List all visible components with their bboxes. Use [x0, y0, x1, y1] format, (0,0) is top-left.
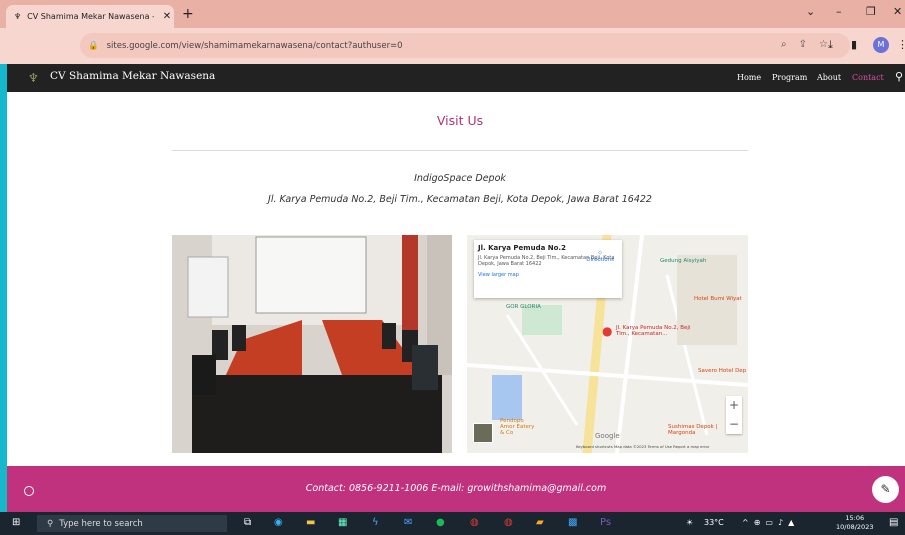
windows-taskbar: ⊞ ⚲ Type here to search ⧉ ◉ ▬ ▦ ϟ ✉ ● ◍ … — [0, 512, 905, 535]
new-tab-button[interactable]: + — [182, 6, 194, 22]
sticky-notes-icon[interactable]: ▰ — [536, 517, 544, 528]
browser-menu-icon[interactable]: ⋮ — [897, 38, 905, 51]
tab-close-icon[interactable]: ✕ — [160, 11, 174, 22]
site-logo-icon: ♆ — [28, 71, 39, 85]
file-explorer-icon[interactable]: ▬ — [306, 517, 315, 528]
map-attribution: Keyboard shortcuts Map data ©2023 Terms … — [576, 444, 710, 449]
window-close-icon[interactable]: ✕ — [893, 5, 902, 18]
tab-search-icon[interactable]: ⌄ — [806, 5, 815, 18]
taskbar-search[interactable]: ⚲ Type here to search — [37, 515, 227, 532]
map-label: Pendopo Amor Eatery & Co — [500, 418, 535, 436]
minimize-icon[interactable]: – — [836, 5, 842, 18]
profile-avatar[interactable]: M — [873, 37, 889, 53]
system-tray-icons[interactable]: ^⊕▭♪▲ — [742, 518, 799, 527]
spotify-icon[interactable]: ● — [436, 517, 445, 528]
edit-pencil-icon[interactable]: ✎ — [872, 476, 899, 503]
lock-icon: 🔒 — [88, 40, 99, 51]
calculator-icon[interactable]: ▦ — [338, 517, 347, 528]
photos-icon[interactable]: ▩ — [568, 517, 577, 528]
venue-address: Jl. Karya Pemuda No.2, Beji Tim., Kecama… — [268, 194, 652, 205]
edge-icon[interactable]: ◉ — [274, 517, 283, 528]
site-header: ♆ CV Shamima Mekar Nawasena Home Program… — [7, 64, 905, 92]
map-label: Savero Hotel Dep — [698, 368, 747, 374]
left-edge-strip — [0, 64, 7, 535]
directions-label: Directions — [586, 257, 614, 263]
zoom-in-icon[interactable]: + — [726, 396, 742, 415]
nav-home[interactable]: Home — [737, 73, 761, 82]
download-icon[interactable]: ⤓ — [828, 38, 833, 52]
map-label: Google — [595, 432, 620, 440]
weather-icon[interactable]: ☀ — [686, 518, 693, 527]
clock-date: 10/08/2023 — [836, 523, 874, 531]
directions-icon: ⬦ — [598, 250, 603, 256]
venue-name: IndigoSpace Depok — [414, 173, 506, 184]
windows-start-icon[interactable]: ⊞ — [12, 517, 20, 528]
site-name[interactable]: CV Shamima Mekar Nawasena — [50, 70, 215, 82]
taskbar-clock[interactable]: 15:06 10/08/2023 — [836, 514, 873, 532]
map-zoom-control[interactable]: + − — [726, 396, 742, 434]
url-field[interactable]: 🔒 sites.google.com/view/shamimamekarnawa… — [80, 33, 850, 58]
directions-button[interactable]: ⬦ Directions — [586, 250, 614, 263]
task-view-icon[interactable]: ⧉ — [244, 517, 251, 528]
mail-icon[interactable]: ✉ — [404, 517, 412, 528]
nav-about[interactable]: About — [817, 73, 841, 82]
page-title: Visit Us — [436, 113, 484, 128]
nav-contact[interactable]: Contact — [852, 73, 884, 82]
lightning-app-icon[interactable]: ϟ — [372, 517, 379, 528]
chrome-icon[interactable]: ◍ — [470, 517, 479, 528]
map-label: Sushimas Depok | Margonda — [668, 424, 718, 436]
meeting-room-photo — [172, 235, 452, 453]
site-favicon-icon: ♆ — [14, 12, 22, 21]
zoom-out-icon[interactable]: − — [726, 415, 742, 434]
map-label: Gedung Aisyiyah — [660, 258, 707, 264]
map-pin-icon[interactable]: ● — [602, 324, 612, 338]
search-icon: ⚲ — [47, 518, 54, 529]
chrome-profile-icon[interactable]: ◍ — [504, 517, 513, 528]
url-text: sites.google.com/view/shamimamekarnawase… — [106, 40, 403, 51]
browser-tab[interactable]: ♆ CV Shamima Mekar Nawasena - ✕ — [6, 5, 174, 28]
taskbar-search-placeholder: Type here to search — [59, 518, 143, 529]
sidebar-icon[interactable]: ▮ — [851, 38, 857, 51]
restore-icon[interactable]: ❐ — [866, 5, 876, 18]
divider — [172, 150, 748, 151]
map-label: Jl. Karya Pemuda No.2, Beji Tim., Kecama… — [616, 325, 691, 337]
view-larger-map-link[interactable]: View larger map — [478, 272, 618, 278]
footer-contact: Contact: 0856-9211-1006 E-mail: growiths… — [305, 483, 607, 494]
site-search-icon[interactable]: ⚲ — [895, 70, 903, 83]
photoshop-icon[interactable]: Ps — [600, 517, 611, 528]
clock-time: 15:06 — [845, 514, 865, 522]
map-label: Hotel Bumi Wiyat — [694, 296, 742, 302]
notification-icon[interactable]: ▤ — [889, 517, 898, 528]
nav-program[interactable]: Program — [772, 73, 807, 82]
map-satellite-thumbnail[interactable] — [473, 423, 493, 443]
weather-temp[interactable]: 33°C — [704, 518, 724, 527]
browser-tab-strip: ♆ CV Shamima Mekar Nawasena - ✕ + ⌄ – ❐ … — [0, 0, 905, 28]
map-label: GOR GLORIA — [506, 304, 541, 310]
map-place-card: Jl. Karya Pemuda No.2 Jl. Karya Pemuda N… — [474, 240, 622, 298]
site-footer: Contact: 0856-9211-1006 E-mail: growiths… — [7, 466, 905, 512]
tab-title: CV Shamima Mekar Nawasena - — [27, 12, 154, 21]
